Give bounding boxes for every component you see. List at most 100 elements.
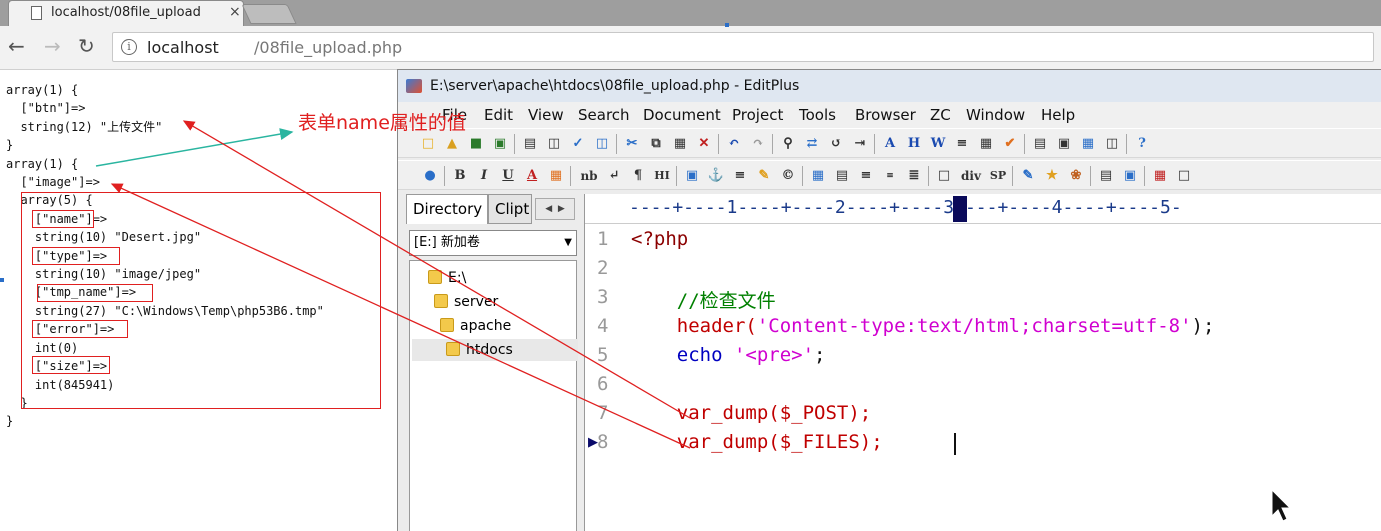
redo-icon[interactable]: ↷ <box>748 134 768 154</box>
reload-icon[interactable]: ↻ <box>78 34 95 58</box>
line-break-icon[interactable]: ↵ <box>604 166 624 186</box>
drive-select-value: [E:] 新加卷 <box>414 235 480 250</box>
template-icon[interactable]: ▦ <box>1150 166 1170 186</box>
code-token-string: 'Content-type:text/html;charset=utf-8' <box>756 315 1192 337</box>
screenshot-root: { "browser": { "tab_title": "localhost/0… <box>0 0 1381 531</box>
hex-icon[interactable]: H <box>904 134 924 154</box>
code-editor[interactable]: ----+----1----+----2----+----3----+----4… <box>584 194 1381 531</box>
hr-icon[interactable]: ≡ <box>730 166 750 186</box>
browser-tab[interactable]: localhost/08file_upload × <box>8 0 244 26</box>
tab-directory[interactable]: Directory <box>406 194 488 224</box>
menu-window[interactable]: Window <box>966 106 1025 124</box>
error-key-highlight <box>32 320 128 338</box>
line-number: 4 <box>597 315 609 337</box>
menu-zc[interactable]: ZC <box>930 106 951 124</box>
tree-item-apache[interactable]: apache <box>440 315 511 337</box>
copyright-icon[interactable]: © <box>778 166 798 186</box>
new-tab-button[interactable] <box>241 4 297 24</box>
print-preview-icon[interactable]: ▤ <box>520 134 540 154</box>
paste-icon[interactable]: ▦ <box>670 134 690 154</box>
close-tab-icon[interactable]: × <box>229 4 241 20</box>
globe-icon[interactable]: ● <box>420 166 440 186</box>
save-icon[interactable]: ■ <box>466 134 486 154</box>
tree-item-root[interactable]: E:\ <box>428 267 466 289</box>
form-icon[interactable]: ▤ <box>832 166 852 186</box>
span-button[interactable]: SP <box>986 166 1010 186</box>
italic-button[interactable]: I <box>474 166 494 186</box>
window-icon[interactable]: ▤ <box>1030 134 1050 154</box>
tree-item-htdocs[interactable]: htdocs <box>412 339 578 361</box>
align-icon[interactable]: ≡ <box>856 166 876 186</box>
help-icon[interactable]: ? <box>1132 134 1152 154</box>
name-key-highlight <box>32 210 94 228</box>
table-icon[interactable]: ▦ <box>808 166 828 186</box>
copy-icon[interactable]: ⧉ <box>646 134 666 154</box>
info-icon[interactable]: i <box>121 39 137 55</box>
code-line: header('Content-type:text/html;charset=u… <box>631 315 1215 337</box>
forward-arrow-icon[interactable]: → <box>44 34 61 58</box>
line-number: 5 <box>597 344 609 366</box>
menu-help[interactable]: Help <box>1041 106 1075 124</box>
drive-select[interactable]: [E:] 新加卷 ▼ <box>409 230 577 256</box>
new-file-icon[interactable]: □ <box>418 134 438 154</box>
pre-icon[interactable]: ≡ <box>880 166 900 186</box>
textbox-icon[interactable]: □ <box>934 166 954 186</box>
tree-item-server[interactable]: server <box>434 291 498 313</box>
nbsp-button[interactable]: nb <box>576 166 602 186</box>
style-icon[interactable]: ★ <box>1042 166 1062 186</box>
code-line: //检查文件 <box>631 290 776 312</box>
script-icon[interactable]: ✎ <box>1018 166 1038 186</box>
font-size-icon[interactable]: A <box>880 134 900 154</box>
menu-project[interactable]: Project <box>732 106 783 124</box>
cut-icon[interactable]: ✂ <box>622 134 642 154</box>
undo-icon[interactable]: ↶ <box>724 134 744 154</box>
window-split-icon[interactable]: □ <box>1174 166 1194 186</box>
menu-browser[interactable]: Browser <box>855 106 916 124</box>
menu-edit[interactable]: Edit <box>484 106 513 124</box>
annotation-label: 表单name属性的值 <box>298 112 466 134</box>
delete-icon[interactable]: ✕ <box>694 134 714 154</box>
tab-cliptext[interactable]: Clipt <box>488 194 532 224</box>
current-line-marker-icon: ▶ <box>588 435 598 450</box>
menu-document[interactable]: Document <box>643 106 721 124</box>
open-file-icon[interactable]: ▲ <box>442 134 462 154</box>
print-icon[interactable]: ◫ <box>544 134 564 154</box>
code-token-function: header( <box>631 315 757 337</box>
find-icon[interactable]: ⚲ <box>778 134 798 154</box>
line-number: 3 <box>597 286 609 308</box>
goto-icon[interactable]: ↺ <box>826 134 846 154</box>
check-icon[interactable]: ✔ <box>1000 134 1020 154</box>
panel-tab-scroll[interactable]: ◀ ▶ <box>535 198 575 220</box>
color-picker-icon[interactable]: ❀ <box>1066 166 1086 186</box>
underline-button[interactable]: U <box>498 166 518 186</box>
replace-icon[interactable]: ⇄ <box>802 134 822 154</box>
menu-tools[interactable]: Tools <box>799 106 836 124</box>
save-all-icon[interactable]: ▣ <box>490 134 510 154</box>
spellcheck-icon[interactable]: ✓ <box>568 134 588 154</box>
tree-item-label: server <box>454 294 499 310</box>
menu-view[interactable]: View <box>528 106 564 124</box>
div-button[interactable]: div <box>958 166 984 186</box>
back-arrow-icon[interactable]: ← <box>8 34 25 58</box>
heading-button[interactable]: HI <box>652 166 672 186</box>
paragraph-button[interactable]: ¶ <box>628 166 648 186</box>
menu-search[interactable]: Search <box>578 106 630 124</box>
bold-button[interactable]: B <box>450 166 470 186</box>
output-window-icon[interactable]: ▣ <box>1054 134 1074 154</box>
address-bar[interactable]: i localhost /08file_upload.php <box>112 32 1374 62</box>
color-grid-icon[interactable]: ▦ <box>546 166 566 186</box>
layout-icon[interactable]: ▣ <box>1120 166 1140 186</box>
indent-icon[interactable]: ⇥ <box>850 134 870 154</box>
abc-icon[interactable]: ▦ <box>976 134 996 154</box>
word-wrap-icon[interactable]: W <box>928 134 948 154</box>
directory-icon[interactable]: ◫ <box>1102 134 1122 154</box>
anchor-icon[interactable]: ⚓ <box>706 166 726 186</box>
comment-icon[interactable]: ✎ <box>754 166 774 186</box>
browser-preview-icon[interactable]: ◫ <box>592 134 612 154</box>
cliptext-icon[interactable]: ▦ <box>1078 134 1098 154</box>
frame-icon[interactable]: ▤ <box>1096 166 1116 186</box>
font-color-button[interactable]: A <box>522 166 542 186</box>
list-icon[interactable]: ≣ <box>904 166 924 186</box>
image-icon[interactable]: ▣ <box>682 166 702 186</box>
line-number-icon[interactable]: ≡ <box>952 134 972 154</box>
